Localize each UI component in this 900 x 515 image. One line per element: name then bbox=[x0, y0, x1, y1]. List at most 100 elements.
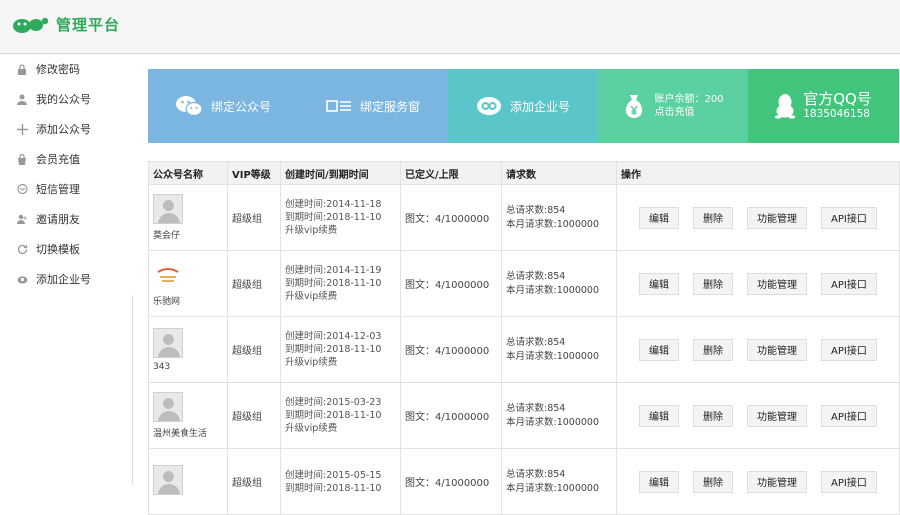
api-button[interactable]: API接口 bbox=[821, 338, 877, 361]
sidebar-item-invite[interactable]: 邀请朋友 bbox=[16, 209, 80, 229]
monthly-requests: 本月请求数:1000000 bbox=[506, 482, 600, 494]
usage: 图文：4/1000000 bbox=[400, 250, 502, 317]
balance-tile[interactable]: 账户余额：200 点击充值 bbox=[598, 69, 748, 143]
accounts-table: 公众号名称 VIP等级 创建时间/到期时间 已定义/上限 请求数 操作 莫会仔 … bbox=[148, 161, 900, 515]
api-button[interactable]: API接口 bbox=[821, 404, 877, 427]
expire-time: 到期时间:2018-11-10 bbox=[285, 278, 382, 289]
add-enterprise-label: 添加企业号 bbox=[509, 99, 570, 114]
expire-time: 到期时间:2018-11-10 bbox=[285, 482, 382, 494]
avatar bbox=[153, 260, 183, 290]
qq-tile[interactable]: 官方QQ号 1835046158 bbox=[748, 69, 899, 143]
envelope-icon bbox=[16, 183, 28, 195]
lechi-logo-icon bbox=[157, 268, 179, 282]
sidebar-item-label: 我的公众号 bbox=[36, 93, 91, 106]
total-requests: 总请求数:854 bbox=[506, 468, 566, 480]
edit-button[interactable]: 编辑 bbox=[639, 338, 679, 361]
vip-level: 超级组 bbox=[227, 250, 281, 317]
col-header-name: 公众号名称 bbox=[148, 161, 228, 185]
sidebar-item-switch-template[interactable]: 切换模板 bbox=[16, 239, 80, 259]
delete-button[interactable]: 删除 bbox=[693, 338, 733, 361]
delete-button[interactable]: 删除 bbox=[693, 206, 733, 229]
avatar bbox=[153, 392, 183, 422]
upgrade-link[interactable]: 升级vip续费 bbox=[285, 422, 400, 435]
sidebar-item-my-accounts[interactable]: 我的公众号 bbox=[16, 89, 91, 109]
table-header-row: 公众号名称 VIP等级 创建时间/到期时间 已定义/上限 请求数 操作 bbox=[148, 161, 900, 185]
col-header-actions: 操作 bbox=[616, 161, 900, 185]
bag-icon bbox=[16, 153, 28, 165]
monthly-requests: 本月请求数:1000000 bbox=[506, 218, 600, 230]
avatar bbox=[153, 464, 183, 495]
users-icon bbox=[16, 213, 28, 225]
created-time: 创建时间:2015-05-15 bbox=[285, 469, 382, 481]
recharge-link[interactable]: 点击充值 bbox=[654, 106, 723, 119]
qq-number: 1835046158 bbox=[803, 108, 870, 120]
avatar bbox=[153, 194, 183, 224]
created-time: 创建时间:2014-11-19 bbox=[285, 265, 382, 276]
monthly-requests: 本月请求数:1000000 bbox=[506, 416, 600, 428]
bind-service-label: 绑定服务窗 bbox=[359, 99, 420, 114]
cloud-icon bbox=[16, 273, 28, 285]
sidebar: 修改密码 我的公众号 添加公众号 会员充值 短信管理 邀请朋友 切换模板 添加企… bbox=[0, 55, 133, 485]
upgrade-link[interactable]: 升级vip续费 bbox=[285, 356, 400, 369]
table-row: 乐驰网 超级组 创建时间:2014-11-19 到期时间:2018-11-10 … bbox=[148, 250, 900, 317]
function-manage-button[interactable]: 功能管理 bbox=[747, 206, 807, 229]
sidebar-item-label: 添加公众号 bbox=[36, 123, 91, 136]
col-header-dates: 创建时间/到期时间 bbox=[280, 161, 401, 185]
function-manage-button[interactable]: 功能管理 bbox=[747, 404, 807, 427]
usage: 图文：4/1000000 bbox=[400, 316, 502, 383]
sidebar-item-add-account[interactable]: 添加公众号 bbox=[16, 119, 91, 139]
avatar bbox=[153, 327, 183, 358]
api-button[interactable]: API接口 bbox=[821, 206, 877, 229]
add-enterprise-tile[interactable]: 添加企业号 bbox=[448, 69, 598, 143]
balance-text: 账户余额：200 bbox=[654, 94, 724, 105]
usage: 图文：4/1000000 bbox=[400, 184, 502, 251]
delete-button[interactable]: 删除 bbox=[693, 470, 733, 493]
vip-level: 超级组 bbox=[227, 316, 281, 383]
sidebar-item-change-password[interactable]: 修改密码 bbox=[16, 59, 80, 79]
lock-icon bbox=[16, 63, 28, 75]
function-manage-button[interactable]: 功能管理 bbox=[747, 338, 807, 361]
total-requests: 总请求数:854 bbox=[506, 204, 566, 216]
delete-button[interactable]: 删除 bbox=[693, 404, 733, 427]
edit-button[interactable]: 编辑 bbox=[639, 404, 679, 427]
account-name: 莫会仔 bbox=[153, 231, 181, 241]
api-button[interactable]: API接口 bbox=[821, 272, 877, 295]
vip-level: 超级组 bbox=[227, 448, 281, 515]
edit-button[interactable]: 编辑 bbox=[639, 272, 679, 295]
created-time: 创建时间:2014-12-03 bbox=[285, 331, 382, 342]
sidebar-item-add-enterprise[interactable]: 添加企业号 bbox=[16, 269, 91, 289]
user-icon bbox=[16, 93, 28, 105]
total-requests: 总请求数:854 bbox=[506, 270, 566, 282]
upgrade-link[interactable]: 升级vip续费 bbox=[285, 290, 400, 303]
monthly-requests: 本月请求数:1000000 bbox=[506, 350, 600, 362]
sidebar-item-recharge[interactable]: 会员充值 bbox=[16, 149, 80, 169]
total-requests: 总请求数:854 bbox=[506, 402, 566, 414]
expire-time: 到期时间:2018-11-10 bbox=[285, 410, 382, 421]
delete-button[interactable]: 删除 bbox=[693, 272, 733, 295]
edit-button[interactable]: 编辑 bbox=[639, 470, 679, 493]
api-button[interactable]: API接口 bbox=[821, 470, 877, 493]
quick-actions: 绑定公众号 绑定服务窗 添加企业号 账户余额：200 点击充值 官方QQ号 18… bbox=[148, 69, 899, 143]
function-manage-button[interactable]: 功能管理 bbox=[747, 470, 807, 493]
created-time: 创建时间:2015-03-23 bbox=[285, 397, 382, 408]
sidebar-item-label: 会员充值 bbox=[36, 153, 80, 166]
usage: 图文：4/1000000 bbox=[400, 448, 502, 515]
app-title: 管理平台 bbox=[56, 15, 121, 34]
upgrade-link[interactable]: 升级vip续费 bbox=[285, 224, 400, 237]
money-bag-icon bbox=[622, 92, 646, 120]
edit-button[interactable]: 编辑 bbox=[639, 206, 679, 229]
function-manage-button[interactable]: 功能管理 bbox=[747, 272, 807, 295]
qq-penguin-icon bbox=[775, 93, 796, 119]
qq-title: 官方QQ号 bbox=[803, 90, 872, 108]
sidebar-item-label: 短信管理 bbox=[36, 183, 80, 196]
enterprise-icon bbox=[476, 96, 502, 116]
sidebar-item-sms[interactable]: 短信管理 bbox=[16, 179, 80, 199]
table-row: 超级组 创建时间:2015-05-15 到期时间:2018-11-10 图文：4… bbox=[148, 448, 900, 515]
vip-level: 超级组 bbox=[227, 382, 281, 449]
logo[interactable]: 管理平台 bbox=[12, 13, 120, 35]
account-name: 乐驰网 bbox=[153, 297, 181, 307]
wechat-icon bbox=[175, 94, 203, 118]
bind-service-tile[interactable]: 绑定服务窗 bbox=[298, 69, 448, 143]
plus-icon bbox=[16, 123, 28, 135]
bind-mp-tile[interactable]: 绑定公众号 bbox=[148, 69, 298, 143]
